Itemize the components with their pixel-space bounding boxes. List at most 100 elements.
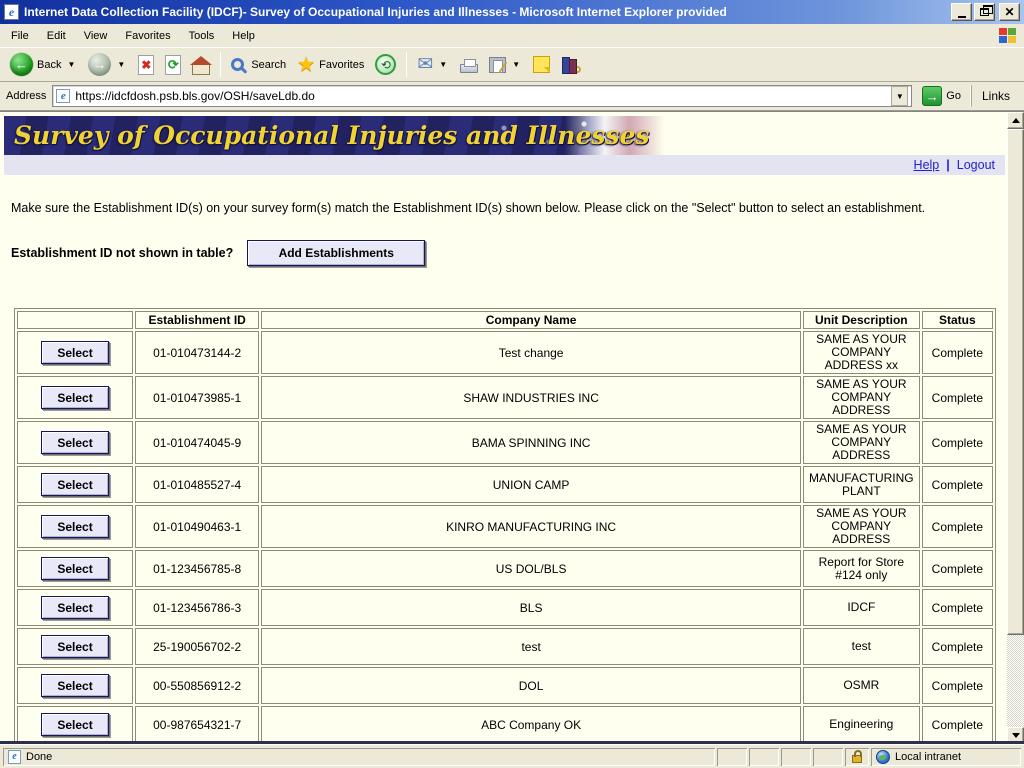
select-button[interactable]: Select	[41, 431, 109, 454]
scroll-down-button[interactable]	[1007, 727, 1024, 744]
toolbar-separator	[406, 52, 407, 77]
edit-button[interactable]: ▼	[484, 55, 527, 75]
links-menu[interactable]: Links	[971, 85, 1018, 107]
logout-link[interactable]: Logout	[957, 158, 995, 172]
favorites-star-icon: ★	[297, 55, 315, 75]
search-button[interactable]: Search	[226, 56, 291, 73]
unit-description-cell: OSMR	[803, 667, 920, 704]
status-empty-pane	[813, 748, 843, 766]
status-cell: Complete	[922, 331, 993, 374]
restore-button[interactable]	[974, 3, 995, 21]
status-cell: Complete	[922, 628, 993, 665]
establishment-id-cell: 00-550856912-2	[135, 667, 259, 704]
discuss-button[interactable]	[528, 54, 555, 75]
status-cell: Complete	[922, 421, 993, 464]
menu-file[interactable]: File	[2, 27, 38, 45]
go-arrow-icon: →	[922, 86, 942, 106]
close-icon: ✕	[1004, 6, 1014, 18]
establishment-id-cell: 00-987654321-7	[135, 706, 259, 743]
home-icon	[192, 64, 210, 75]
scroll-up-button[interactable]	[1007, 112, 1024, 129]
go-button[interactable]: → Go	[918, 85, 965, 107]
table-row: Select 01-010473144-2 Test change SAME A…	[17, 331, 993, 374]
forward-button[interactable]: → ▼	[83, 51, 132, 78]
select-button[interactable]: Select	[41, 515, 109, 538]
status-empty-pane	[717, 748, 747, 766]
menu-edit[interactable]: Edit	[38, 27, 75, 45]
minimize-icon	[958, 16, 966, 18]
help-link[interactable]: Help	[914, 158, 940, 172]
scrollbar-thumb[interactable]	[1007, 129, 1024, 635]
mail-button[interactable]: ✉ ▼	[412, 53, 454, 76]
address-dropdown-button[interactable]: ▼	[891, 86, 908, 106]
search-icon	[231, 58, 244, 71]
company-name-cell: BAMA SPINNING INC	[261, 421, 801, 464]
table-row: Select 01-010485527-4 UNION CAMP MANUFAC…	[17, 466, 993, 503]
address-label: Address	[6, 90, 46, 102]
menu-bar: File Edit View Favorites Tools Help	[0, 24, 1024, 48]
stop-icon: ✖	[138, 55, 154, 75]
add-establishments-button[interactable]: Add Establishments	[247, 240, 425, 266]
stop-button[interactable]: ✖	[133, 53, 159, 77]
establishment-id-cell: 01-010485527-4	[135, 466, 259, 503]
history-button[interactable]: ⟲	[370, 52, 401, 77]
select-button[interactable]: Select	[41, 713, 109, 736]
company-name-cell: UNION CAMP	[261, 466, 801, 503]
scroll-up-icon	[1012, 118, 1020, 123]
back-button[interactable]: ← Back ▼	[5, 51, 82, 78]
unit-description-cell: MANUFACTURING PLANT	[803, 466, 920, 503]
restore-icon	[980, 8, 989, 16]
forward-dropdown-icon[interactable]: ▼	[115, 60, 127, 69]
scroll-down-icon	[1012, 733, 1020, 738]
discuss-note-icon	[533, 56, 550, 73]
status-cell: Complete	[922, 505, 993, 548]
home-button[interactable]	[187, 53, 215, 77]
window-title: Internet Data Collection Facility (IDCF)…	[24, 5, 946, 19]
back-dropdown-icon[interactable]: ▼	[65, 60, 77, 69]
status-done-pane: e Done	[3, 748, 715, 766]
select-button[interactable]: Select	[41, 341, 109, 364]
select-button[interactable]: Select	[41, 635, 109, 658]
page-content: Survey of Occupational Injuries and Illn…	[0, 111, 1024, 744]
company-name-cell: KINRO MANUFACTURING INC	[261, 505, 801, 548]
menu-help[interactable]: Help	[223, 27, 264, 45]
status-empty-pane	[781, 748, 811, 766]
select-button[interactable]: Select	[41, 596, 109, 619]
padlock-icon	[852, 755, 862, 763]
company-name-cell: BLS	[261, 589, 801, 626]
menu-view[interactable]: View	[75, 27, 117, 45]
table-row: Select 01-010490463-1 KINRO MANUFACTURIN…	[17, 505, 993, 548]
close-button[interactable]: ✕	[999, 3, 1020, 21]
select-button[interactable]: Select	[41, 674, 109, 697]
research-button[interactable]	[556, 54, 586, 76]
select-button[interactable]: Select	[41, 386, 109, 409]
go-label: Go	[946, 90, 961, 102]
refresh-button[interactable]: ⟳	[160, 53, 186, 77]
intranet-globe-icon	[876, 750, 890, 764]
establishment-id-cell: 01-010474045-9	[135, 421, 259, 464]
unit-description-cell: SAME AS YOUR COMPANY ADDRESS	[803, 505, 920, 548]
select-button[interactable]: Select	[41, 473, 109, 496]
table-row: Select 01-010473985-1 SHAW INDUSTRIES IN…	[17, 376, 993, 419]
menu-favorites[interactable]: Favorites	[116, 27, 179, 45]
menu-tools[interactable]: Tools	[180, 27, 224, 45]
status-cell: Complete	[922, 466, 993, 503]
status-zone-text: Local intranet	[895, 751, 961, 763]
banner-title: Survey of Occupational Injuries and Illn…	[4, 116, 1005, 155]
back-icon: ←	[10, 53, 33, 76]
header-unit-description: Unit Description	[803, 311, 920, 329]
select-button[interactable]: Select	[41, 557, 109, 580]
minimize-button[interactable]	[951, 3, 972, 21]
table-row: Select 00-550856912-2 DOL OSMR Complete	[17, 667, 993, 704]
address-input[interactable]: e https://idcfdosh.psb.bls.gov/OSH/saveL…	[52, 85, 912, 107]
establishment-id-cell: 01-123456786-3	[135, 589, 259, 626]
forward-icon: →	[88, 53, 111, 76]
status-cell: Complete	[922, 667, 993, 704]
edit-dropdown-icon[interactable]: ▼	[510, 60, 522, 69]
print-button[interactable]	[455, 54, 483, 75]
favorites-button[interactable]: ★ Favorites	[292, 53, 369, 77]
mail-dropdown-icon[interactable]: ▼	[437, 60, 449, 69]
vertical-scrollbar[interactable]	[1007, 112, 1024, 744]
establishment-id-cell: 01-010473985-1	[135, 376, 259, 419]
company-name-cell: ABC Company OK	[261, 706, 801, 743]
